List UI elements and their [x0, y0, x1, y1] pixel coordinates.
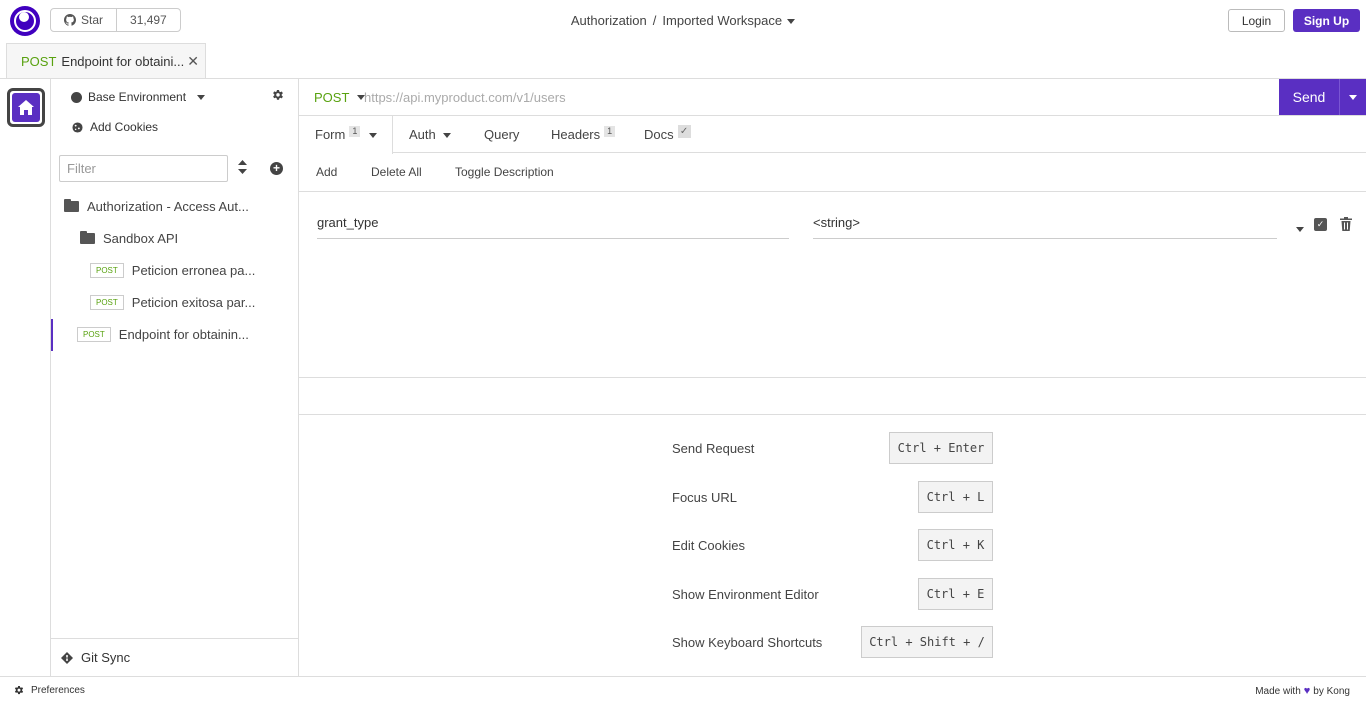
- breadcrumb-root[interactable]: Authorization: [571, 13, 647, 28]
- response-header-divider: [299, 414, 1366, 415]
- tab-auth[interactable]: Auth: [409, 127, 451, 142]
- add-cookies-label: Add Cookies: [90, 120, 159, 134]
- git-sync-button[interactable]: Git Sync: [51, 638, 299, 676]
- sidebar-request-item-active[interactable]: POST Endpoint for obtainin...: [77, 327, 249, 342]
- tab-auth-label: Auth: [409, 127, 436, 142]
- url-input[interactable]: https://api.myproduct.com/v1/users: [364, 90, 566, 105]
- request-tabs: [299, 116, 1366, 153]
- method-dropdown[interactable]: POST: [314, 90, 366, 105]
- preferences-label: Preferences: [31, 685, 85, 696]
- param-options-dropdown[interactable]: [1291, 221, 1304, 236]
- breadcrumb-separator: /: [652, 13, 657, 28]
- method-badge: POST: [90, 263, 124, 278]
- shortcut-label: Focus URL: [672, 490, 738, 505]
- sidebar-request-item[interactable]: POST Peticion exitosa par...: [90, 295, 255, 310]
- sidebar-folder-sandbox[interactable]: Sandbox API: [80, 231, 178, 246]
- chevron-down-icon: [197, 94, 206, 100]
- trash-icon[interactable]: [1340, 217, 1352, 231]
- environment-selector[interactable]: Base Environment: [71, 90, 206, 104]
- workspace-dropdown[interactable]: Imported Workspace: [662, 13, 782, 28]
- tab-headers[interactable]: Headers 1: [551, 126, 616, 142]
- delete-all-button[interactable]: Delete All: [371, 165, 422, 179]
- method-badge: POST: [90, 295, 124, 310]
- left-rail: [0, 79, 51, 676]
- shortcut-label: Edit Cookies: [672, 538, 745, 553]
- send-button[interactable]: Send: [1279, 79, 1339, 115]
- environment-label: Base Environment: [88, 90, 187, 104]
- made-with-credit[interactable]: Made with ♥ by Kong: [1255, 685, 1350, 697]
- param-name-input[interactable]: grant_type: [317, 215, 789, 239]
- tab-method: POST: [21, 54, 57, 69]
- folder-icon: [64, 199, 79, 212]
- git-sync-label: Git Sync: [81, 650, 131, 665]
- tab-query-label: Query: [484, 127, 520, 142]
- shortcut-label: Show Environment Editor: [672, 587, 819, 602]
- sort-icon[interactable]: [238, 160, 247, 177]
- signup-button[interactable]: Sign Up: [1293, 9, 1360, 32]
- folder-label: Authorization - Access Aut...: [87, 199, 249, 214]
- gear-icon: [14, 685, 24, 694]
- pane-divider[interactable]: [299, 377, 1366, 378]
- sidebar-request-item[interactable]: POST Peticion erronea pa...: [90, 263, 255, 278]
- gear-icon[interactable]: [272, 90, 284, 105]
- add-cookies-button[interactable]: Add Cookies: [72, 120, 158, 134]
- home-icon: [18, 100, 34, 115]
- chevron-down-icon: [369, 133, 378, 138]
- breadcrumb: Authorization / Imported Workspace: [0, 13, 1366, 28]
- chevron-down-icon: [1349, 94, 1357, 100]
- request-label: Endpoint for obtainin...: [118, 327, 249, 342]
- toggle-description-button[interactable]: Toggle Description: [455, 165, 554, 179]
- chevron-down-icon[interactable]: [787, 19, 796, 25]
- shortcut-keys: Ctrl + Enter: [889, 432, 993, 464]
- check-icon: ✓: [677, 125, 691, 138]
- close-icon[interactable]: ✕: [187, 53, 199, 70]
- shortcut-keys: Ctrl + E: [918, 578, 993, 610]
- tab-title: Endpoint for obtaini...: [61, 54, 185, 69]
- shortcut-label: Send Request: [672, 441, 755, 456]
- by-kong-label: by Kong: [1313, 685, 1350, 697]
- param-enabled-checkbox[interactable]: ✓: [1314, 218, 1327, 231]
- add-icon[interactable]: +: [270, 162, 283, 175]
- home-button[interactable]: [7, 88, 45, 127]
- login-button[interactable]: Login: [1228, 9, 1285, 32]
- add-param-button[interactable]: Add: [316, 165, 337, 179]
- chevron-down-icon: [1296, 227, 1304, 233]
- tab-form-label: Form: [315, 127, 346, 142]
- cookie-icon: [72, 121, 83, 133]
- tab-form-count: 1: [349, 126, 361, 137]
- request-label: Peticion exitosa par...: [131, 295, 256, 310]
- tab-query[interactable]: Query: [484, 127, 519, 142]
- tab-docs-label: Docs: [644, 127, 674, 142]
- preferences-button[interactable]: Preferences: [14, 685, 85, 696]
- method-badge: POST: [77, 327, 111, 342]
- tab-docs[interactable]: Docs ✓: [644, 125, 691, 142]
- folder-icon: [80, 231, 95, 244]
- shortcut-keys: Ctrl + K: [918, 529, 993, 561]
- shortcut-label: Show Keyboard Shortcuts: [672, 635, 823, 650]
- send-options-button[interactable]: [1339, 79, 1366, 115]
- shortcut-keys: Ctrl + Shift + /: [861, 626, 993, 658]
- sidebar-folder-authorization[interactable]: Authorization - Access Aut...: [64, 199, 249, 214]
- filter-input[interactable]: Filter: [59, 155, 228, 182]
- folder-label: Sandbox API: [103, 231, 179, 246]
- git-icon: [61, 651, 73, 664]
- param-value-input[interactable]: <string>: [813, 215, 1277, 239]
- heart-icon: ♥: [1303, 685, 1311, 697]
- tab-headers-label: Headers: [551, 127, 601, 142]
- method-label: POST: [314, 90, 350, 105]
- environment-color-icon: [71, 91, 82, 103]
- tab-form[interactable]: Form 1: [315, 126, 378, 142]
- active-indicator: [51, 319, 53, 351]
- tab-headers-count: 1: [604, 126, 616, 137]
- footer: [0, 676, 1366, 705]
- shortcut-keys: Ctrl + L: [918, 481, 993, 513]
- request-label: Peticion erronea pa...: [131, 263, 256, 278]
- made-with-label: Made with: [1255, 685, 1301, 697]
- chevron-down-icon: [442, 133, 451, 138]
- request-tab[interactable]: POST Endpoint for obtaini... ✕: [6, 43, 206, 79]
